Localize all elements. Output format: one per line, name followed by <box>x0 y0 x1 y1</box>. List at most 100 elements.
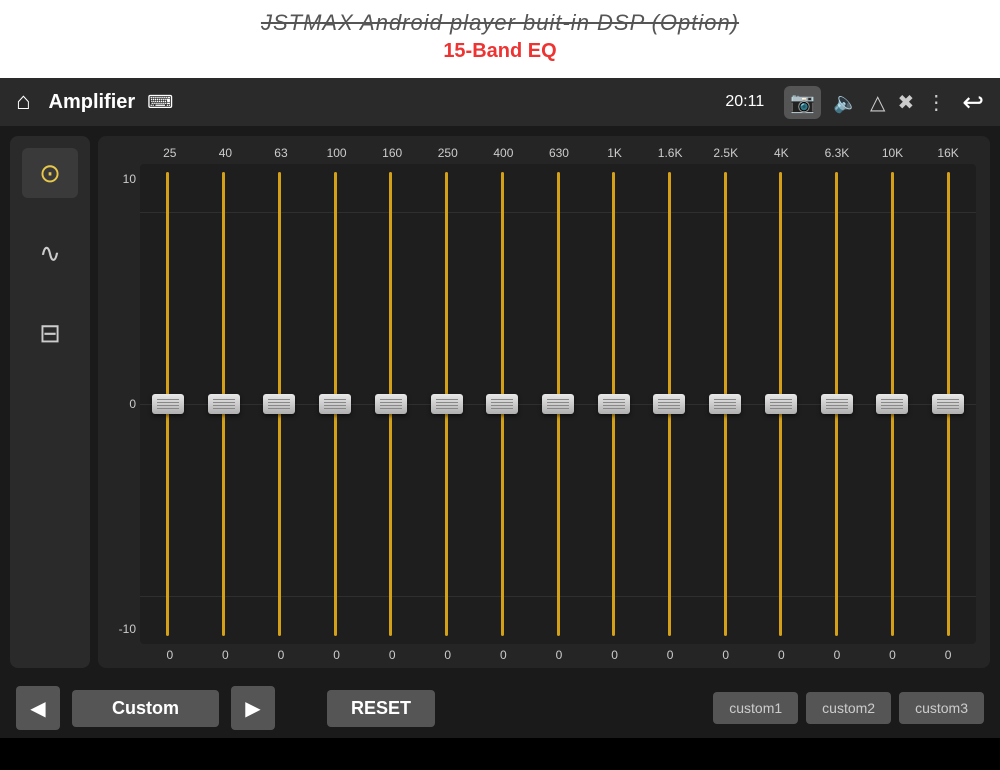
slider-thumb-1.6K[interactable] <box>653 394 685 414</box>
prev-preset-button[interactable]: ◀ <box>16 686 60 730</box>
slider-thumb-6.3K[interactable] <box>821 394 853 414</box>
slider-col-2.5K[interactable] <box>697 172 753 636</box>
freq-label-25: 25 <box>142 146 197 160</box>
back-button[interactable]: ↩ <box>962 87 984 118</box>
slider-track-wrapper-1.6K <box>642 172 698 636</box>
thumb-line <box>436 399 458 400</box>
slider-thumb-10K[interactable] <box>876 394 908 414</box>
slider-track-wrapper-400 <box>474 172 530 636</box>
time-display: 20:11 <box>725 93 764 111</box>
slider-thumb-63[interactable] <box>263 394 295 414</box>
freq-label-2.5K: 2.5K <box>698 146 753 160</box>
slider-thumb-160[interactable] <box>375 394 407 414</box>
close-icon[interactable]: ✖ <box>897 90 914 115</box>
slider-thumb-25[interactable] <box>152 394 184 414</box>
slider-col-16K[interactable] <box>920 172 976 636</box>
slider-thumb-250[interactable] <box>431 394 463 414</box>
eq-value-400: 0 <box>476 648 531 662</box>
slider-col-10K[interactable] <box>865 172 921 636</box>
slider-thumb-400[interactable] <box>486 394 518 414</box>
slider-thumb-4K[interactable] <box>765 394 797 414</box>
home-button[interactable]: ⌂ <box>16 88 31 116</box>
top-header: JSTMAX Android player buit-in DSP (Optio… <box>0 0 1000 78</box>
slider-col-4K[interactable] <box>753 172 809 636</box>
slider-track-1K <box>612 172 615 636</box>
sidebar-speaker-button[interactable]: ⊟ <box>22 308 78 358</box>
slider-track-wrapper-2.5K <box>697 172 753 636</box>
thumb-line <box>324 408 346 409</box>
slider-col-160[interactable] <box>363 172 419 636</box>
thumb-line <box>268 405 290 406</box>
slider-track-25 <box>166 172 169 636</box>
slider-col-6.3K[interactable] <box>809 172 865 636</box>
eq-value-16K: 0 <box>921 648 976 662</box>
thumb-line <box>491 408 513 409</box>
next-preset-button[interactable]: ▶ <box>231 686 275 730</box>
slider-col-250[interactable] <box>419 172 475 636</box>
freq-labels: 2540631001602504006301K1.6K2.5K4K6.3K10K… <box>112 146 976 160</box>
slider-track-400 <box>501 172 504 636</box>
db-label: -10 <box>119 622 136 636</box>
freq-label-16K: 16K <box>921 146 976 160</box>
slider-thumb-16K[interactable] <box>932 394 964 414</box>
eq-value-630: 0 <box>531 648 586 662</box>
slider-col-100[interactable] <box>307 172 363 636</box>
thumb-line <box>157 405 179 406</box>
slider-track-6.3K <box>835 172 838 636</box>
slider-col-25[interactable] <box>140 172 196 636</box>
freq-label-10K: 10K <box>865 146 920 160</box>
eq-value-10K: 0 <box>865 648 920 662</box>
slider-track-160 <box>389 172 392 636</box>
slider-thumb-630[interactable] <box>542 394 574 414</box>
slider-col-400[interactable] <box>474 172 530 636</box>
thumb-line <box>714 405 736 406</box>
slider-col-40[interactable] <box>196 172 252 636</box>
custom-preset-button-custom3[interactable]: custom3 <box>899 692 984 724</box>
thumb-line <box>547 408 569 409</box>
thumb-line <box>937 402 959 403</box>
app-title: Amplifier <box>49 91 136 114</box>
thumb-line <box>658 402 680 403</box>
eject-icon[interactable]: △ <box>870 90 885 115</box>
thumb-line <box>603 402 625 403</box>
slider-thumb-1K[interactable] <box>598 394 630 414</box>
slider-col-63[interactable] <box>251 172 307 636</box>
slider-col-1.6K[interactable] <box>642 172 698 636</box>
sidebar-wave-button[interactable]: ∿ <box>22 228 78 278</box>
slider-thumb-2.5K[interactable] <box>709 394 741 414</box>
sidebar-eq-button[interactable]: ⊙ <box>22 148 78 198</box>
eq-value-4K: 0 <box>754 648 809 662</box>
freq-label-1K: 1K <box>587 146 642 160</box>
slider-track-10K <box>891 172 894 636</box>
camera-icon[interactable]: 📷 <box>784 86 821 119</box>
reset-button[interactable]: RESET <box>327 690 435 727</box>
freq-label-63: 63 <box>253 146 308 160</box>
slider-thumb-100[interactable] <box>319 394 351 414</box>
thumb-line <box>324 405 346 406</box>
eq-value-160: 0 <box>365 648 420 662</box>
slider-thumb-40[interactable] <box>208 394 240 414</box>
thumb-line <box>658 405 680 406</box>
slider-col-1K[interactable] <box>586 172 642 636</box>
thumb-line <box>268 408 290 409</box>
eq-value-1.6K: 0 <box>643 648 698 662</box>
main-title: JSTMAX Android player buit-in DSP (Optio… <box>20 10 980 36</box>
volume-icon[interactable]: 🔈 <box>833 90 858 115</box>
slider-track-16K <box>947 172 950 636</box>
more-icon[interactable]: ⋮ <box>926 90 946 115</box>
slider-col-630[interactable] <box>530 172 586 636</box>
thumb-line <box>268 402 290 403</box>
thumb-line <box>714 399 736 400</box>
sliders-area <box>140 164 976 644</box>
custom-preset-button-custom2[interactable]: custom2 <box>806 692 891 724</box>
thumb-line <box>881 408 903 409</box>
db-label: 10 <box>123 172 136 186</box>
eq-value-250: 0 <box>420 648 475 662</box>
thumb-line <box>324 402 346 403</box>
custom-preset-button-custom1[interactable]: custom1 <box>713 692 798 724</box>
slider-track-wrapper-40 <box>196 172 252 636</box>
slider-track-wrapper-1K <box>586 172 642 636</box>
preset-label: Custom <box>72 690 219 727</box>
sliders-container <box>140 164 976 644</box>
thumb-line <box>881 399 903 400</box>
